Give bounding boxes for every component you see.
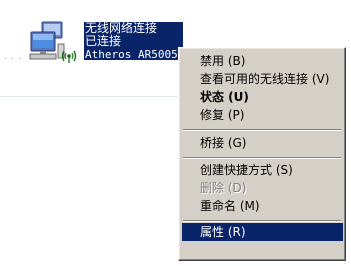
context-menu: 禁用 (B) 查看可用的无线连接 (V) 状态 (U) 修复 (P) 桥接 (G… bbox=[178, 47, 346, 261]
menu-item-bridge[interactable]: 桥接 (G) bbox=[182, 134, 343, 152]
menu-item-create-shortcut[interactable]: 创建快捷方式 (S) bbox=[182, 161, 343, 179]
menu-item-status[interactable]: 状态 (U) bbox=[182, 88, 343, 106]
menu-item-disable[interactable]: 禁用 (B) bbox=[182, 52, 343, 70]
dotted-leader: . . . bbox=[4, 52, 22, 61]
menu-item-rename[interactable]: 重命名 (M) bbox=[182, 197, 343, 215]
menu-item-view-wireless[interactable]: 查看可用的无线连接 (V) bbox=[182, 70, 343, 88]
menu-item-properties[interactable]: 属性 (R) bbox=[182, 223, 343, 241]
folder-divider bbox=[0, 96, 186, 97]
menu-separator bbox=[183, 129, 341, 131]
connection-label-selected[interactable]: 无线网络连接 已连接 Atheros AR5005G bbox=[84, 22, 185, 61]
menu-separator bbox=[183, 220, 341, 222]
menu-separator bbox=[183, 157, 341, 159]
wireless-signal-icon bbox=[60, 47, 78, 65]
connection-device: Atheros AR5005G bbox=[85, 48, 185, 61]
menu-item-delete: 删除 (D) bbox=[200, 181, 247, 195]
menu-item-repair[interactable]: 修复 (P) bbox=[182, 106, 343, 124]
connection-status: 已连接 bbox=[85, 34, 122, 48]
